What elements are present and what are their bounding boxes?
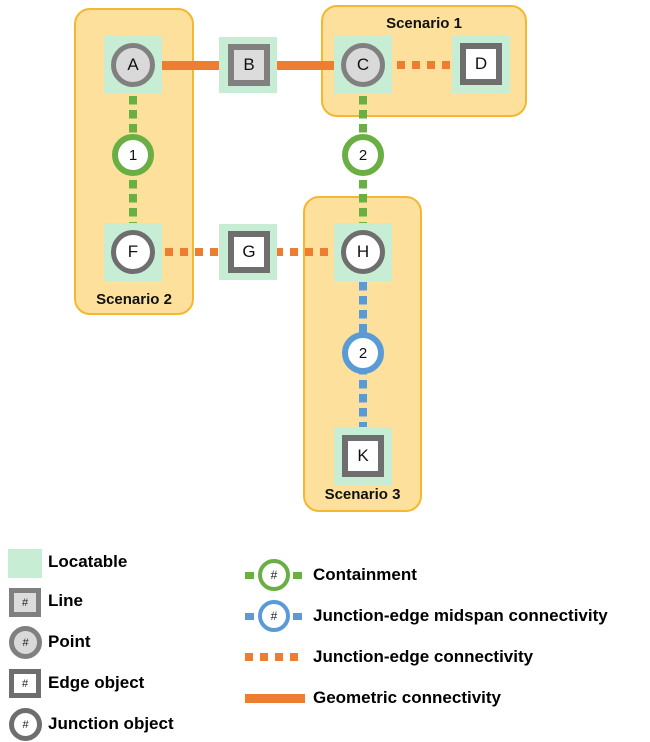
legend-label-midspan: Junction-edge midspan connectivity	[313, 606, 608, 625]
node-d[interactable]: D	[460, 43, 502, 85]
legend-label-junction-object: Junction object	[48, 714, 174, 733]
legend-symbol-midspan: #	[258, 600, 290, 632]
connector-g-h-junction-edge	[275, 248, 343, 256]
legend-midspan-stub-right	[293, 613, 302, 620]
legend-symbol-line: #	[9, 588, 41, 617]
legend-symbol-junction-edge-connectivity	[245, 653, 305, 661]
legend-symbol-geometric-connectivity	[245, 694, 305, 703]
legend-containment-stub-right	[293, 572, 302, 579]
association-node-midspan[interactable]: 2	[342, 332, 384, 374]
legend-label-junction-edge-connectivity: Junction-edge connectivity	[313, 647, 534, 666]
node-c[interactable]: C	[341, 43, 385, 87]
node-k[interactable]: K	[342, 435, 384, 477]
legend-label-edge-object: Edge object	[48, 673, 145, 692]
legend-label-geometric-connectivity: Geometric connectivity	[313, 688, 502, 707]
scenario-label-2: Scenario 2	[96, 291, 172, 308]
legend-symbol-locatable	[8, 549, 42, 578]
node-g[interactable]: G	[228, 231, 270, 273]
legend-symbol-junction-object: #	[9, 708, 42, 741]
node-a[interactable]: A	[111, 43, 155, 87]
node-b[interactable]: B	[228, 44, 270, 86]
association-node-containment-1[interactable]: 1	[112, 134, 154, 176]
association-node-containment-2[interactable]: 2	[342, 134, 384, 176]
node-h[interactable]: H	[341, 230, 385, 274]
legend-label-line: Line	[48, 591, 83, 610]
node-f[interactable]: F	[111, 230, 155, 274]
scenario-label-1: Scenario 1	[386, 15, 462, 32]
legend-symbol-point: #	[9, 626, 42, 659]
legend-symbol-containment: #	[258, 559, 290, 591]
legend-midspan-stub-left	[245, 613, 254, 620]
legend-label-containment: Containment	[313, 565, 417, 584]
diagram-canvas: Scenario 1 Scenario 2 Scenario 3 A B C D…	[0, 0, 650, 742]
legend-symbol-edge-object: #	[9, 669, 41, 698]
scenario-label-3: Scenario 3	[324, 486, 401, 503]
legend-label-locatable: Locatable	[48, 552, 128, 571]
legend-label-point: Point	[48, 632, 91, 651]
legend-containment-stub-left	[245, 572, 254, 579]
connector-c-d-junction-edge	[382, 61, 454, 69]
